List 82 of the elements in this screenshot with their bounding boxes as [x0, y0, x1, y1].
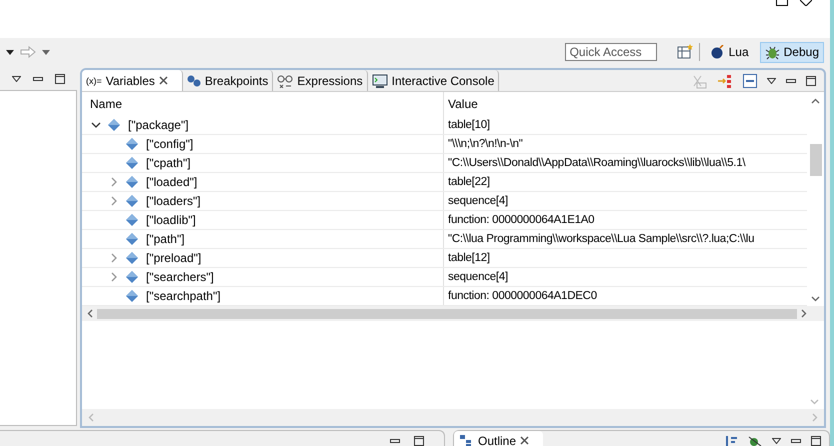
diamond-icon	[126, 138, 138, 150]
diamond-icon	[126, 290, 138, 302]
variable-name: ["loaders"]	[146, 194, 201, 208]
maximize-icon[interactable]	[414, 436, 424, 446]
view-menu-icon[interactable]	[767, 78, 776, 84]
collapse-tree-icon[interactable]	[717, 72, 733, 88]
variable-value: "C:\\Users\\Donald\\AppData\\Roaming\\luarocks\\lib\\lua\\5.1\	[448, 157, 746, 169]
view-menu-icon[interactable]	[772, 438, 781, 444]
breakpoints-icon	[186, 74, 201, 86]
view-menu-icon[interactable]	[12, 76, 21, 82]
tab-label: Outline	[478, 434, 516, 446]
perspective-button[interactable]: Debug	[760, 42, 824, 62]
scroll-left-icon[interactable]	[87, 309, 93, 318]
scrollbar-thumb[interactable]	[810, 144, 822, 176]
horizontal-scrollbar[interactable]	[82, 306, 824, 321]
chevron-right-icon[interactable]	[109, 196, 119, 206]
glasses-icon	[277, 74, 294, 88]
variable-value: function: 0000000064A1E1A0	[448, 214, 594, 226]
variable-value: table[10]	[448, 119, 490, 131]
variable-value: table[22]	[448, 176, 490, 188]
bug-icon	[764, 44, 780, 60]
console-icon	[372, 74, 388, 88]
sort-icon[interactable]	[724, 436, 738, 446]
bomb-icon	[710, 45, 725, 59]
maximize-icon[interactable]	[55, 74, 65, 84]
close-icon[interactable]	[520, 436, 530, 445]
variable-name: ["searchpath"]	[146, 289, 221, 303]
variable-name: ["loaded"]	[146, 175, 198, 189]
chevron-right-icon[interactable]	[109, 253, 119, 263]
diamond-icon	[126, 252, 138, 264]
close-icon[interactable]	[158, 76, 168, 85]
maximize-icon[interactable]	[811, 436, 821, 446]
variable-name: ["path"]	[146, 232, 185, 246]
scroll-down-icon[interactable]	[811, 296, 820, 302]
diamond-icon	[126, 233, 138, 245]
variable-name: ["config"]	[146, 137, 194, 151]
variable-value: "C:\\lua Programming\\workspace\\Lua Sample\\src\\?.lua;C:\\lu	[448, 233, 754, 245]
quick-access-field[interactable]: Quick Access	[564, 43, 657, 61]
variable-value: "\\\n;\n?\n!\n-\n"	[448, 138, 523, 150]
scroll-up-icon[interactable]	[811, 98, 820, 104]
column-header[interactable]: Value	[444, 97, 807, 111]
minimize-icon[interactable]	[786, 78, 796, 82]
variable-value: table[12]	[448, 252, 490, 264]
variable-name: ["cpath"]	[146, 156, 191, 170]
chevron-down-icon[interactable]	[91, 120, 101, 130]
scrollbar-thumb[interactable]	[97, 308, 797, 318]
variable-name: ["searchers"]	[146, 270, 214, 284]
tab-label: Breakpoints	[204, 74, 268, 88]
diamond-icon	[126, 214, 138, 226]
tab-label: Expressions	[297, 74, 363, 88]
variable-value: function: 0000000064A1DEC0	[448, 290, 597, 302]
view-tab[interactable]: Outline	[454, 431, 544, 446]
dropdown-icon[interactable]	[6, 50, 14, 54]
minimize-icon[interactable]	[33, 77, 43, 81]
filter-icon[interactable]	[748, 436, 762, 446]
diamond-icon	[126, 157, 138, 169]
column-header[interactable]: Name	[82, 92, 444, 116]
outline-icon	[460, 434, 474, 446]
variable-name: ["preload"]	[146, 251, 202, 265]
maximize-icon[interactable]	[806, 76, 816, 86]
tab-label: Interactive Console	[392, 74, 494, 88]
diamond-icon	[126, 271, 138, 283]
chevron-right-icon[interactable]	[109, 177, 119, 187]
chevron-right-icon[interactable]	[109, 272, 119, 282]
variable-value: sequence[4]	[448, 271, 508, 283]
tab-label: Variables	[106, 74, 155, 88]
variable-name: ["package"]	[128, 118, 189, 132]
diamond-icon	[126, 195, 138, 207]
open-perspective-icon[interactable]	[676, 44, 693, 60]
minimize-icon[interactable]	[791, 438, 801, 442]
scroll-right-icon[interactable]	[801, 309, 807, 318]
maximize-icon[interactable]	[776, 0, 788, 6]
diamond-icon	[108, 119, 120, 131]
close-icon[interactable]	[800, 0, 812, 6]
variables-icon: (x)=	[86, 76, 102, 86]
variable-name: ["loadlib"]	[146, 213, 196, 227]
collapse-all-icon[interactable]	[743, 74, 757, 88]
minimize-icon[interactable]	[390, 438, 400, 442]
variable-value: sequence[4]	[448, 195, 508, 207]
diamond-icon	[126, 176, 138, 188]
view-tab[interactable]: (x)= Variables	[82, 70, 183, 91]
perspective-button[interactable]: Lua	[706, 42, 754, 62]
